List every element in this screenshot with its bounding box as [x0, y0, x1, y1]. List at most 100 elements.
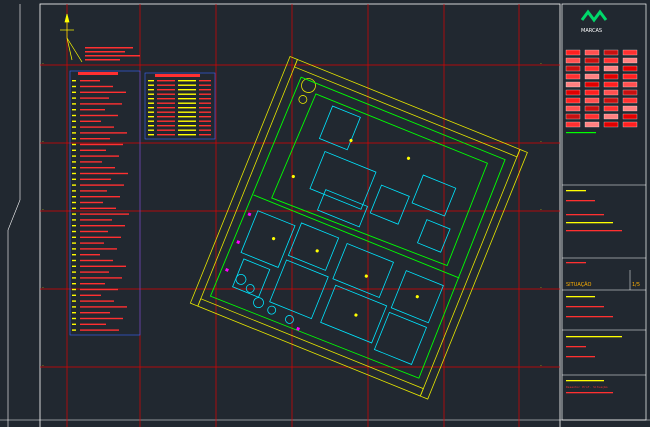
legend-text: [80, 138, 110, 140]
legend-number: [72, 288, 76, 291]
legend-text: [80, 80, 100, 82]
legend-text: [80, 161, 102, 163]
sheet-title: SITUAÇÃO: [566, 281, 592, 288]
legend-text: [80, 248, 117, 250]
title-block-text: [566, 230, 622, 232]
legend-number: [72, 103, 76, 105]
legend-number: [72, 323, 76, 325]
cad-drawing-canvas[interactable]: ——— —— ——— —— MARCAS SITUAÇÃO 1/5 Desenh…: [0, 0, 650, 427]
legend-number: [72, 91, 76, 93]
legend-text: [80, 300, 114, 302]
table-cell: [157, 107, 175, 109]
table-cell: [199, 129, 211, 131]
legend-text: [80, 288, 118, 291]
hatch-swatch: [603, 121, 619, 128]
table-cell: [178, 93, 196, 95]
title-block-text: [566, 214, 604, 216]
legend-number: [72, 126, 76, 128]
title-block-text: [566, 306, 604, 308]
legend-text: [80, 306, 127, 308]
svg-text:—: —: [42, 139, 44, 143]
legend-number: [72, 201, 76, 204]
table-cell: [199, 102, 211, 104]
legend-number: [72, 114, 76, 117]
table-cell: [157, 129, 175, 131]
title-block-text: [566, 356, 595, 358]
table-cell: [157, 89, 175, 91]
legend-text: [80, 236, 121, 238]
svg-text:—: —: [540, 285, 542, 289]
hatch-swatch: [565, 49, 581, 56]
legend-text: [80, 329, 119, 331]
legend-number: [72, 283, 76, 285]
hatch-swatch: [565, 113, 581, 120]
legend-text: [80, 91, 126, 93]
legend-number: [72, 277, 76, 279]
legend-text: [80, 132, 127, 134]
table-cell: [157, 102, 175, 104]
legend-number: [72, 294, 76, 296]
table-cell: [157, 84, 175, 86]
legend-text: [80, 294, 101, 296]
svg-text:—: —: [540, 363, 542, 367]
hatch-swatch: [565, 57, 581, 64]
table-cell: [199, 93, 211, 95]
table-cell: [178, 111, 196, 113]
table-cell: [178, 107, 196, 109]
table-cell: [178, 102, 196, 104]
svg-text:—: —: [540, 207, 542, 211]
legend-text: [80, 184, 124, 186]
legend-number: [72, 312, 76, 314]
legend-text: [80, 254, 100, 256]
hatch-swatch: [565, 81, 581, 88]
hatch-swatch: [622, 57, 638, 64]
legend-text: [80, 259, 113, 262]
title-block-text: [566, 316, 613, 318]
legend-number: [72, 219, 76, 221]
hatch-swatch: [622, 81, 638, 88]
hatch-swatch: [584, 113, 600, 120]
legend-text: [80, 97, 109, 99]
legend-number: [72, 172, 76, 175]
table-cell: [178, 89, 196, 91]
legend-number: [72, 248, 76, 250]
table-cell: [178, 125, 196, 127]
legend-number: [72, 207, 76, 209]
legend-number: [72, 132, 76, 134]
table-cell: [157, 93, 175, 95]
table-cell: [199, 98, 211, 100]
table-cell: [157, 80, 175, 82]
legend-text: [80, 196, 120, 198]
table-cell: [148, 125, 154, 127]
hatch-swatch: [565, 65, 581, 72]
hatch-swatch: [603, 57, 619, 64]
legend-number: [72, 225, 76, 227]
legend-number: [72, 149, 76, 151]
legend-number: [72, 230, 76, 233]
svg-text:—: —: [42, 61, 44, 65]
hatch-swatch: [565, 121, 581, 128]
hatch-swatch: [622, 49, 638, 56]
table-cell: [148, 107, 154, 109]
legend-text: [80, 126, 114, 128]
hatch-swatch: [584, 81, 600, 88]
hatch-swatch: [584, 49, 600, 56]
table-cell: [148, 111, 154, 113]
legend-number: [72, 85, 76, 88]
legend-text: [80, 230, 108, 233]
title-block-text: [566, 380, 604, 382]
table-cell: [199, 111, 211, 113]
table-cell: [148, 89, 154, 91]
table-cell: [148, 98, 154, 100]
legend-number: [72, 306, 76, 308]
legend-number: [72, 259, 76, 262]
hatch-swatch: [584, 97, 600, 104]
legend-number: [72, 120, 76, 122]
hatch-swatch: [603, 97, 619, 104]
legend-number: [72, 254, 76, 256]
legend-text: [80, 323, 106, 325]
hatch-swatch: [565, 105, 581, 112]
legend-number: [72, 138, 76, 140]
hatch-swatch: [565, 97, 581, 104]
table-cell: [178, 98, 196, 100]
